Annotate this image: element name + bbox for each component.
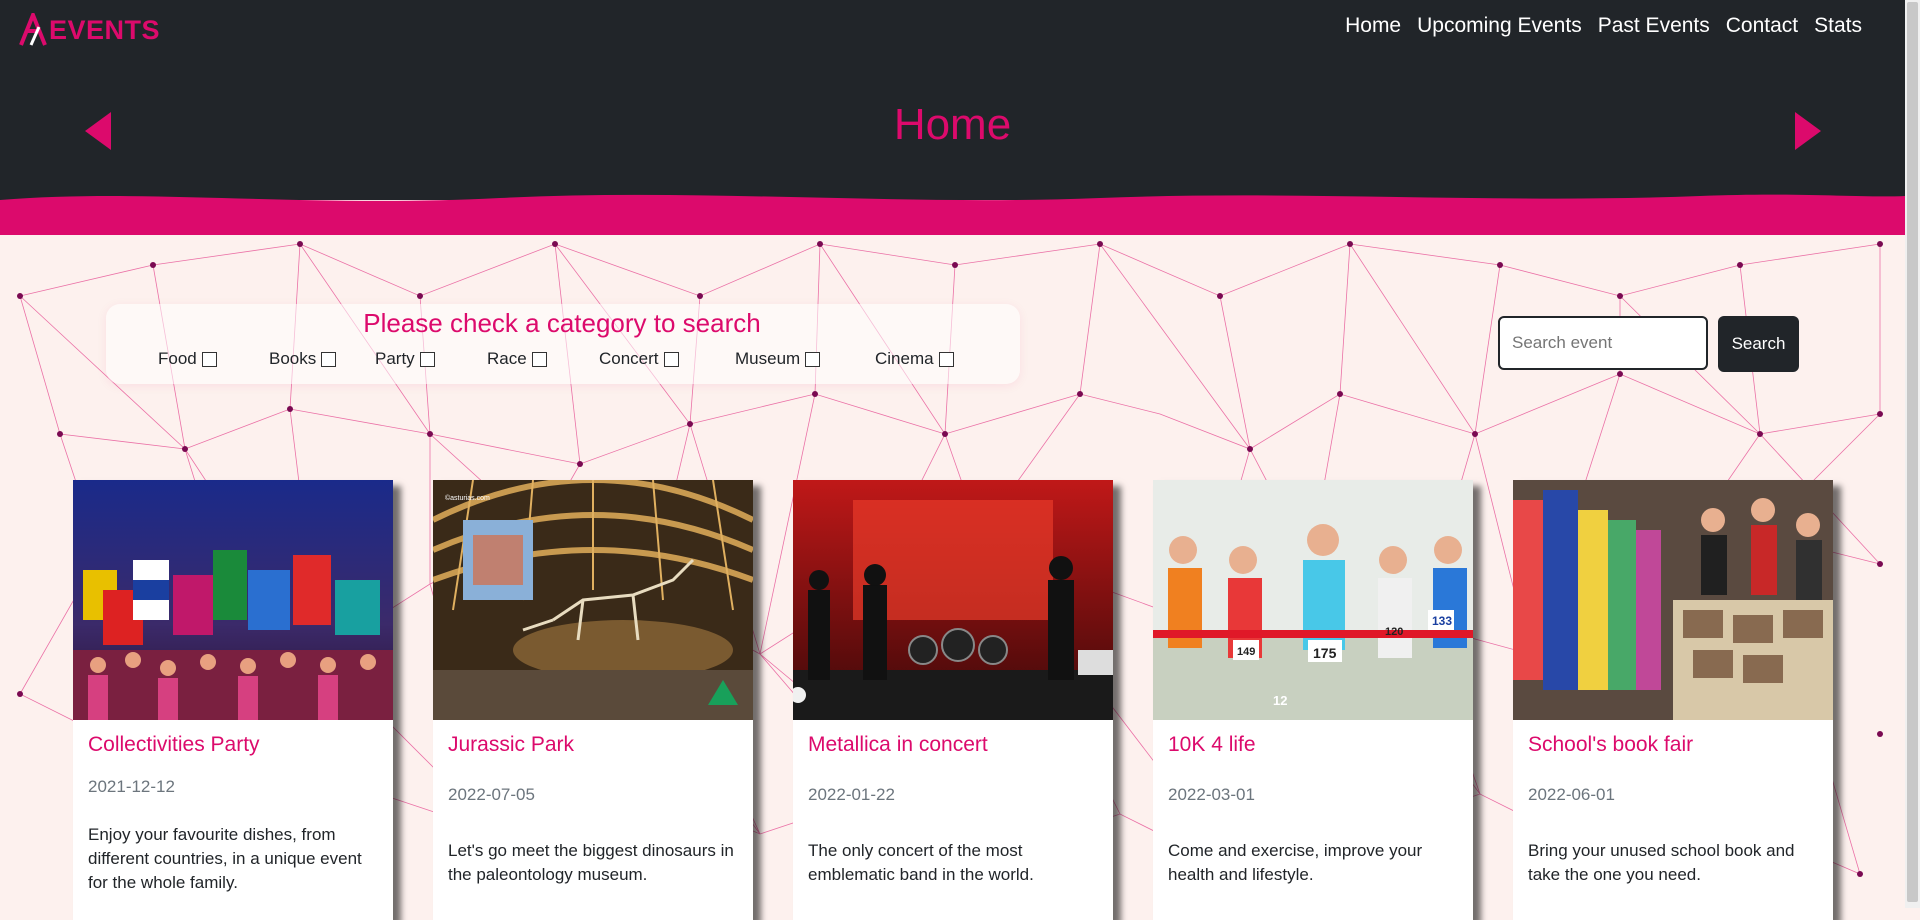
event-description: Enjoy your favourite dishes, from differ… xyxy=(88,825,362,892)
event-title[interactable]: Jurassic Park xyxy=(448,733,574,757)
main-nav: Home Upcoming Events Past Events Contact… xyxy=(1345,14,1862,38)
category-label: Race xyxy=(487,349,527,368)
festival-flags-image xyxy=(73,480,393,720)
nav-stats[interactable]: Stats xyxy=(1814,14,1862,38)
image-caption: ©asturias.com xyxy=(445,494,490,502)
category-party[interactable]: Party xyxy=(375,349,487,369)
category-checkbox[interactable] xyxy=(419,351,435,367)
bib-number: 133 xyxy=(1432,614,1452,628)
event-date: 2022-07-05 xyxy=(448,785,535,804)
bib-number: 175 xyxy=(1313,645,1337,661)
event-card[interactable]: Collectivities Party 2021-12-12 Enjoy yo… xyxy=(73,480,393,920)
event-date: 2021-12-12 xyxy=(88,777,175,796)
event-title[interactable]: 10K 4 life xyxy=(1168,733,1256,757)
next-page-button[interactable] xyxy=(1795,112,1821,155)
event-date: 2022-01-22 xyxy=(808,785,895,804)
header-wave xyxy=(0,190,1905,235)
event-description: Bring your unused school book and take t… xyxy=(1528,841,1795,884)
dinosaur-museum-image: ©asturias.com xyxy=(433,480,753,720)
rock-concert-image xyxy=(793,480,1113,720)
search-button[interactable]: Search xyxy=(1718,316,1799,372)
category-filter-panel: Please check a category to search Food B… xyxy=(106,304,1020,384)
category-checkbox[interactable] xyxy=(938,351,954,367)
page-title: Home xyxy=(893,100,1012,149)
category-checkbox[interactable] xyxy=(201,351,217,367)
nav-upcoming-events[interactable]: Upcoming Events xyxy=(1417,14,1582,38)
event-description: Come and exercise, improve your health a… xyxy=(1168,841,1423,884)
category-books[interactable]: Books xyxy=(269,349,375,369)
category-checkbox[interactable] xyxy=(321,351,337,367)
marathon-runners-image: 149 175 12 133 120 xyxy=(1153,480,1473,720)
category-food[interactable]: Food xyxy=(158,349,269,369)
nav-home[interactable]: Home xyxy=(1345,14,1401,38)
logo-text: EVENTS xyxy=(49,14,161,45)
category-checkbox[interactable] xyxy=(663,351,679,367)
caret-right-icon xyxy=(1795,112,1821,150)
category-race[interactable]: Race xyxy=(487,349,599,369)
category-checkbox[interactable] xyxy=(805,351,821,367)
scrollbar-thumb[interactable] xyxy=(1907,2,1918,902)
category-museum[interactable]: Museum xyxy=(735,349,875,369)
event-date: 2022-03-01 xyxy=(1168,785,1255,804)
event-title[interactable]: Collectivities Party xyxy=(88,733,260,757)
book-fair-image xyxy=(1513,480,1833,720)
category-label: Concert xyxy=(599,349,659,368)
event-description: The only concert of the most emblematic … xyxy=(808,841,1034,884)
event-card[interactable]: ©asturias.com Jurassic Park 2022-07-05 L… xyxy=(433,480,753,920)
site-logo[interactable]: EVENTS xyxy=(19,10,160,50)
event-card[interactable]: School's book fair 2022-06-01 Bring your… xyxy=(1513,480,1833,920)
category-options: Food Books Party Race Concert Museum Cin… xyxy=(158,349,965,369)
category-label: Party xyxy=(375,349,415,368)
header-bar: EVENTS Home Upcoming Events Past Events … xyxy=(0,0,1905,200)
nav-past-events[interactable]: Past Events xyxy=(1598,14,1710,38)
category-label: Museum xyxy=(735,349,801,368)
category-label: Cinema xyxy=(875,349,934,368)
search-input[interactable] xyxy=(1498,316,1708,370)
category-checkbox[interactable] xyxy=(531,351,547,367)
bib-number: 12 xyxy=(1273,693,1287,708)
category-concert[interactable]: Concert xyxy=(599,349,735,369)
event-card[interactable]: 149 175 12 133 120 10K 4 life 2022-03-01… xyxy=(1153,480,1473,920)
event-title[interactable]: Metallica in concert xyxy=(808,733,988,757)
event-description: Let's go meet the biggest dinosaurs in t… xyxy=(448,841,734,884)
category-cinema[interactable]: Cinema xyxy=(875,349,965,369)
category-label: Books xyxy=(269,349,317,368)
bib-number: 120 xyxy=(1385,626,1403,638)
category-label: Food xyxy=(158,349,197,368)
event-title[interactable]: School's book fair xyxy=(1528,733,1693,757)
event-card[interactable]: Metallica in concert 2022-01-22 The only… xyxy=(793,480,1113,920)
filter-title: Please check a category to search xyxy=(363,308,761,338)
event-date: 2022-06-01 xyxy=(1528,785,1615,804)
bib-number: 149 xyxy=(1237,646,1255,658)
logo-mark-icon xyxy=(19,13,49,47)
nav-contact[interactable]: Contact xyxy=(1726,14,1798,38)
